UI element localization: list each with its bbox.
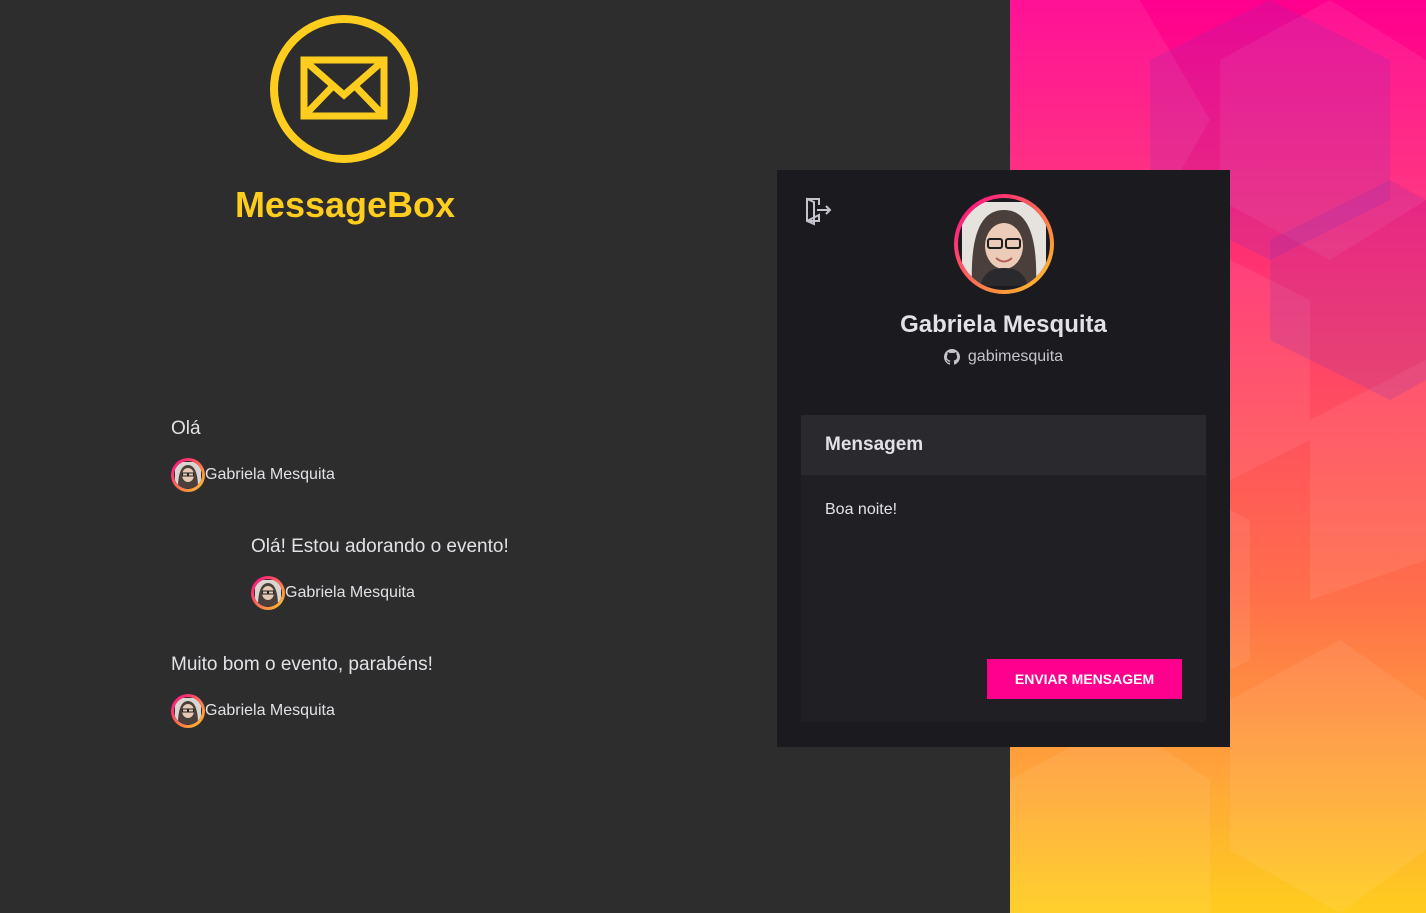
avatar xyxy=(251,576,285,610)
logo: MessageBox xyxy=(0,0,690,240)
envelope-icon xyxy=(270,15,418,163)
user-photo-icon xyxy=(175,698,201,724)
avatar xyxy=(171,694,205,728)
author-name: Gabriela Mesquita xyxy=(285,584,415,601)
message-item: Olá Gabriela Mesquita xyxy=(171,418,335,492)
github-icon xyxy=(943,349,960,365)
message-text: Olá! Estou adorando o evento! xyxy=(251,536,509,557)
profile-login-text: gabimesquita xyxy=(967,348,1064,365)
sign-out-icon xyxy=(806,197,832,226)
form-title: Mensagem xyxy=(801,415,1206,475)
user-photo-icon xyxy=(255,580,281,606)
message-item: Muito bom o evento, parabéns! Gabriela M… xyxy=(171,654,433,728)
send-message-button[interactable]: ENVIAR MENSAGEM xyxy=(987,659,1182,699)
profile-name: Gabriela Mesquita xyxy=(900,311,1107,338)
message-author: Gabriela Mesquita xyxy=(171,458,335,492)
author-name: Gabriela Mesquita xyxy=(205,466,335,483)
message-textarea[interactable]: Boa noite! xyxy=(825,501,1182,641)
user-photo-icon xyxy=(962,202,1046,286)
author-name: Gabriela Mesquita xyxy=(205,702,335,719)
message-text: Olá xyxy=(171,418,201,439)
brand-name: MessageBox xyxy=(234,184,456,225)
avatar xyxy=(171,458,205,492)
send-message-card: Gabriela Mesquita gabimesquita Mensagem … xyxy=(777,170,1230,747)
profile-login: gabimesquita xyxy=(777,348,1230,366)
message-form: Mensagem Boa noite! ENVIAR MENSAGEM xyxy=(801,415,1206,722)
message-text: Muito bom o evento, parabéns! xyxy=(171,654,433,675)
profile-avatar xyxy=(954,194,1054,294)
logout-button[interactable] xyxy=(803,196,833,226)
message-author: Gabriela Mesquita xyxy=(171,694,433,728)
message-author: Gabriela Mesquita xyxy=(251,576,509,610)
message-item: Olá! Estou adorando o evento! Gabriela M… xyxy=(251,536,509,610)
user-photo-icon xyxy=(175,462,201,488)
